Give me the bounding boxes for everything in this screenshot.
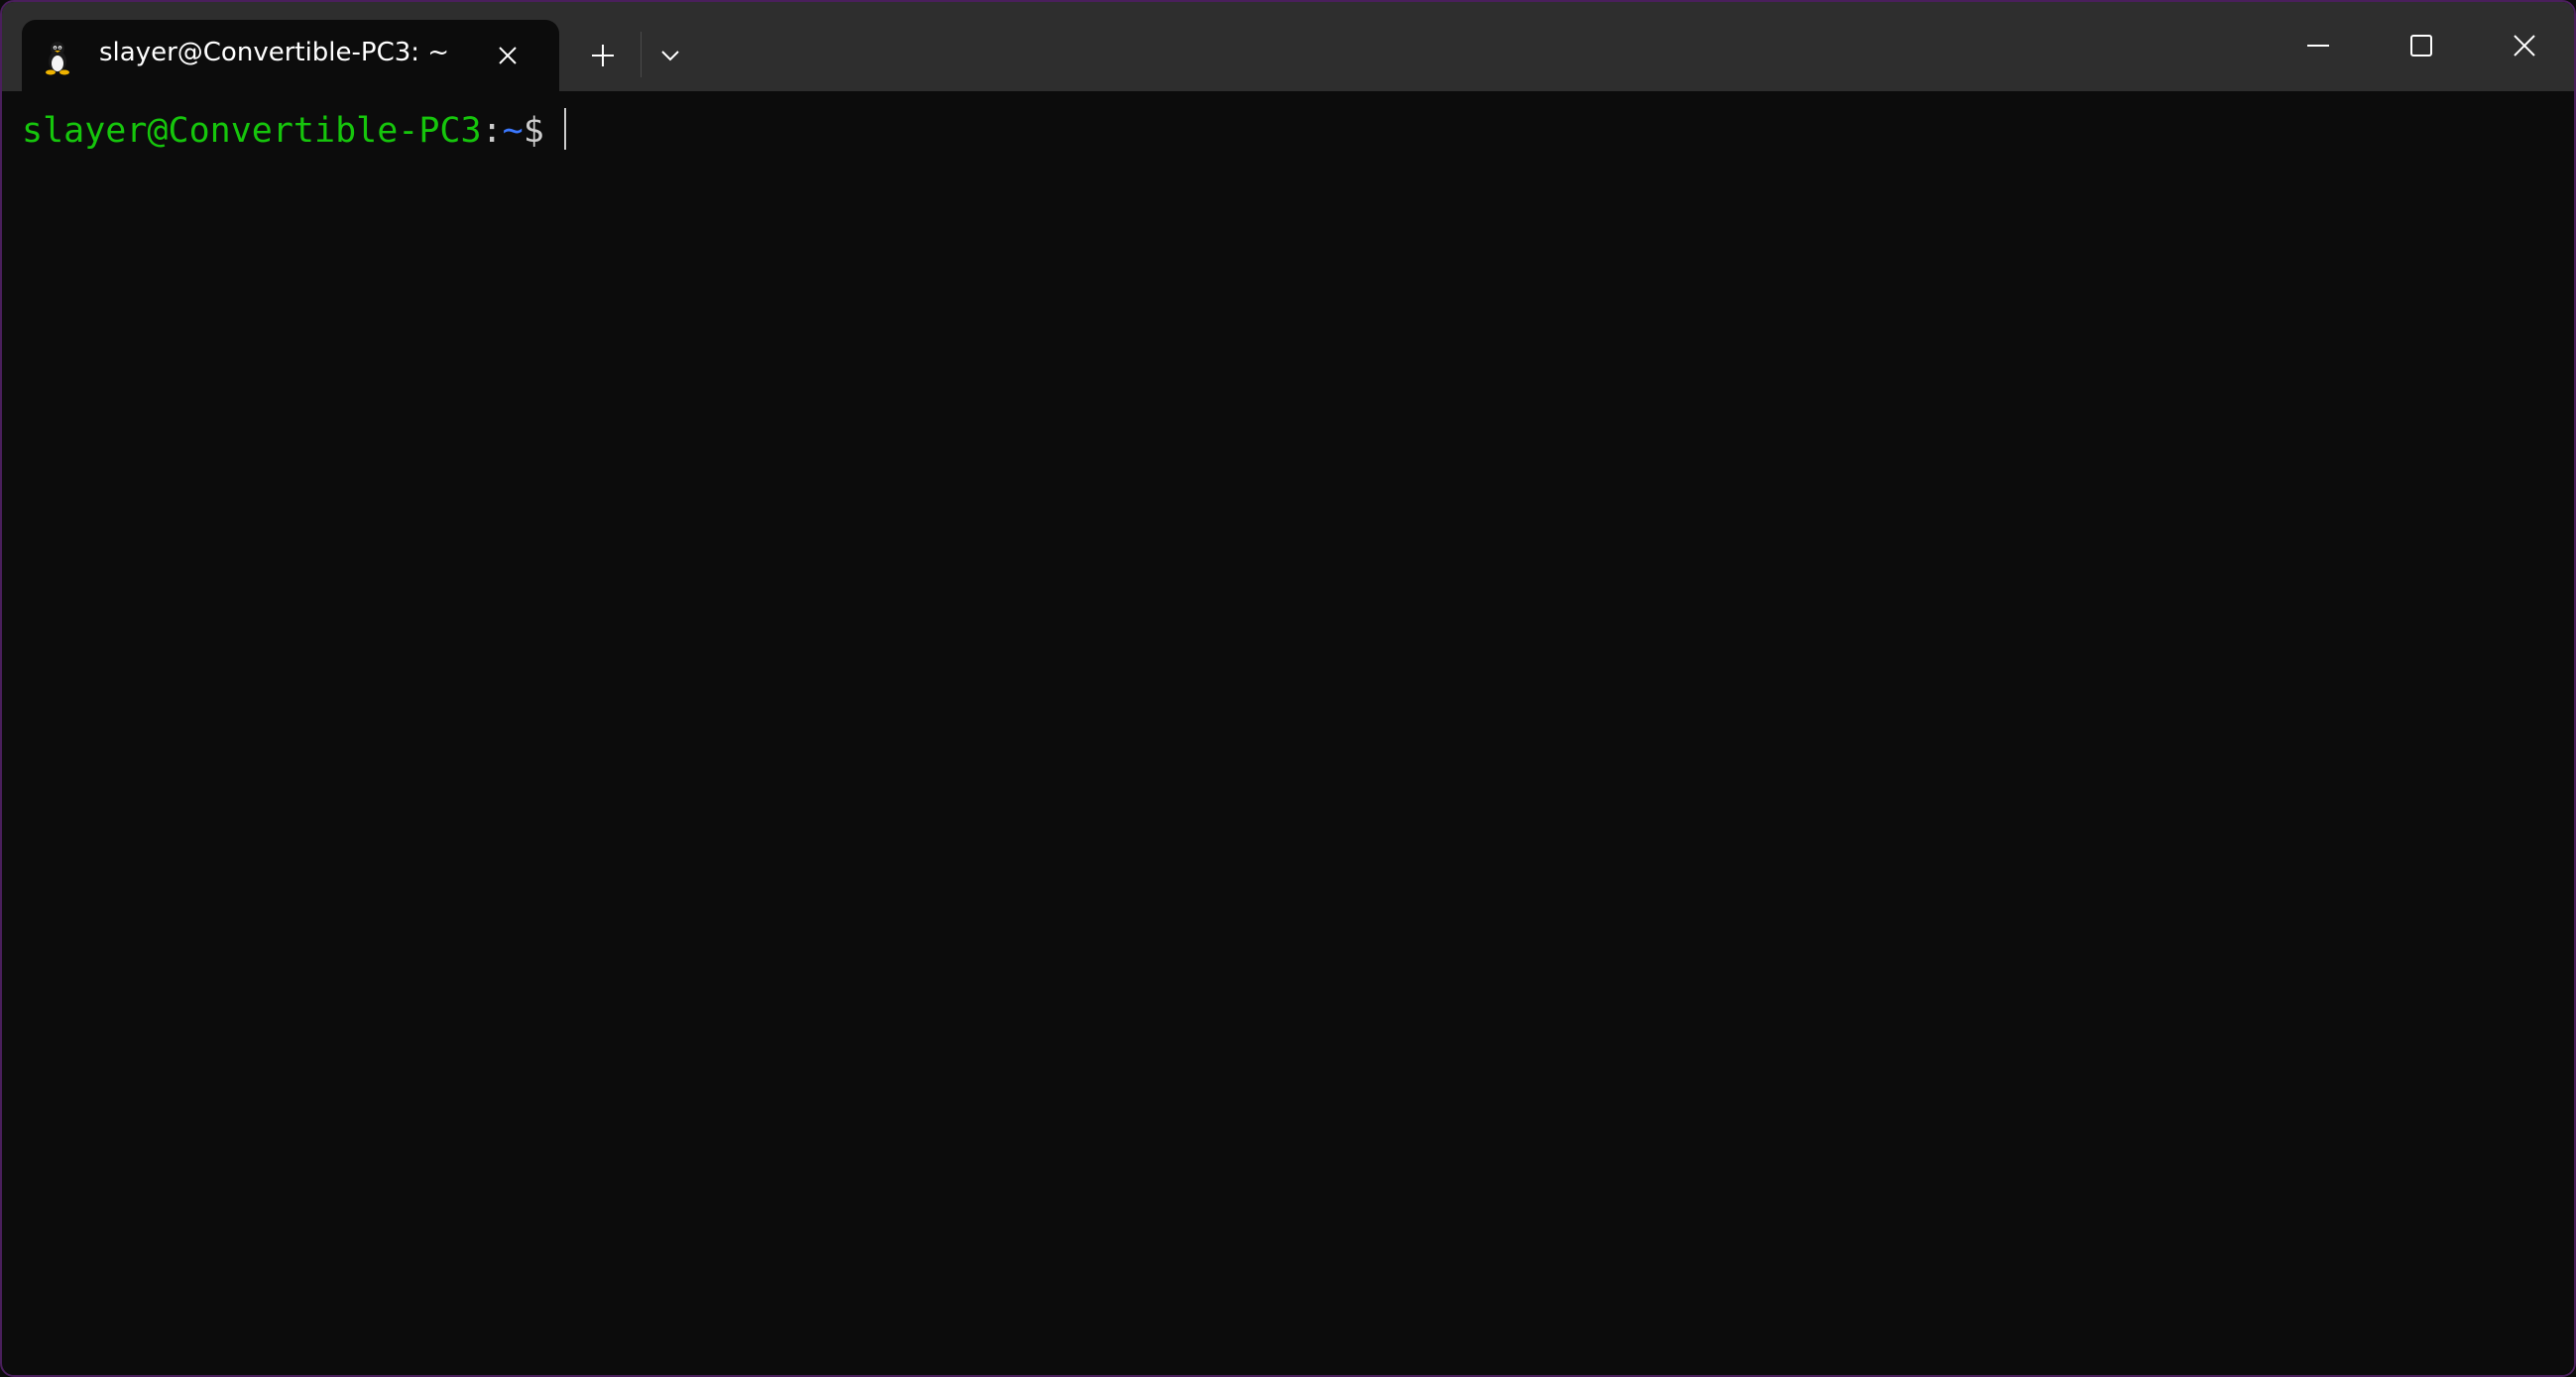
maximize-icon — [2410, 35, 2432, 57]
tab-divider — [641, 32, 642, 77]
close-icon — [2514, 35, 2535, 57]
terminal-window: slayer@Convertible-PC3: ~ slayer@Convert… — [0, 0, 2576, 1377]
prompt-line: slayer@Convertible-PC3:~$ — [22, 108, 566, 153]
maximize-button[interactable] — [2394, 20, 2449, 71]
chevron-down-icon — [661, 51, 679, 61]
prompt-path: ~ — [502, 111, 524, 151]
tab-close-button[interactable] — [492, 40, 524, 71]
prompt-dollar: $ — [523, 111, 544, 151]
close-icon — [499, 47, 517, 64]
new-tab-button[interactable] — [583, 38, 623, 73]
minimize-button[interactable] — [2290, 20, 2346, 71]
tab-title: slayer@Convertible-PC3: ~ — [99, 38, 450, 67]
prompt-user-host: slayer@Convertible-PC3 — [22, 111, 482, 151]
tab-active[interactable]: slayer@Convertible-PC3: ~ — [22, 20, 559, 91]
linux-tux-icon — [42, 40, 73, 75]
text-cursor — [563, 108, 566, 150]
terminal-content[interactable]: slayer@Convertible-PC3:~$ — [4, 91, 2574, 1375]
title-bar[interactable]: slayer@Convertible-PC3: ~ — [2, 2, 2574, 91]
prompt-colon: : — [481, 111, 503, 151]
close-window-button[interactable] — [2497, 20, 2552, 71]
tab-dropdown-button[interactable] — [652, 38, 688, 73]
minimize-icon — [2307, 45, 2329, 47]
plus-icon — [592, 45, 614, 66]
